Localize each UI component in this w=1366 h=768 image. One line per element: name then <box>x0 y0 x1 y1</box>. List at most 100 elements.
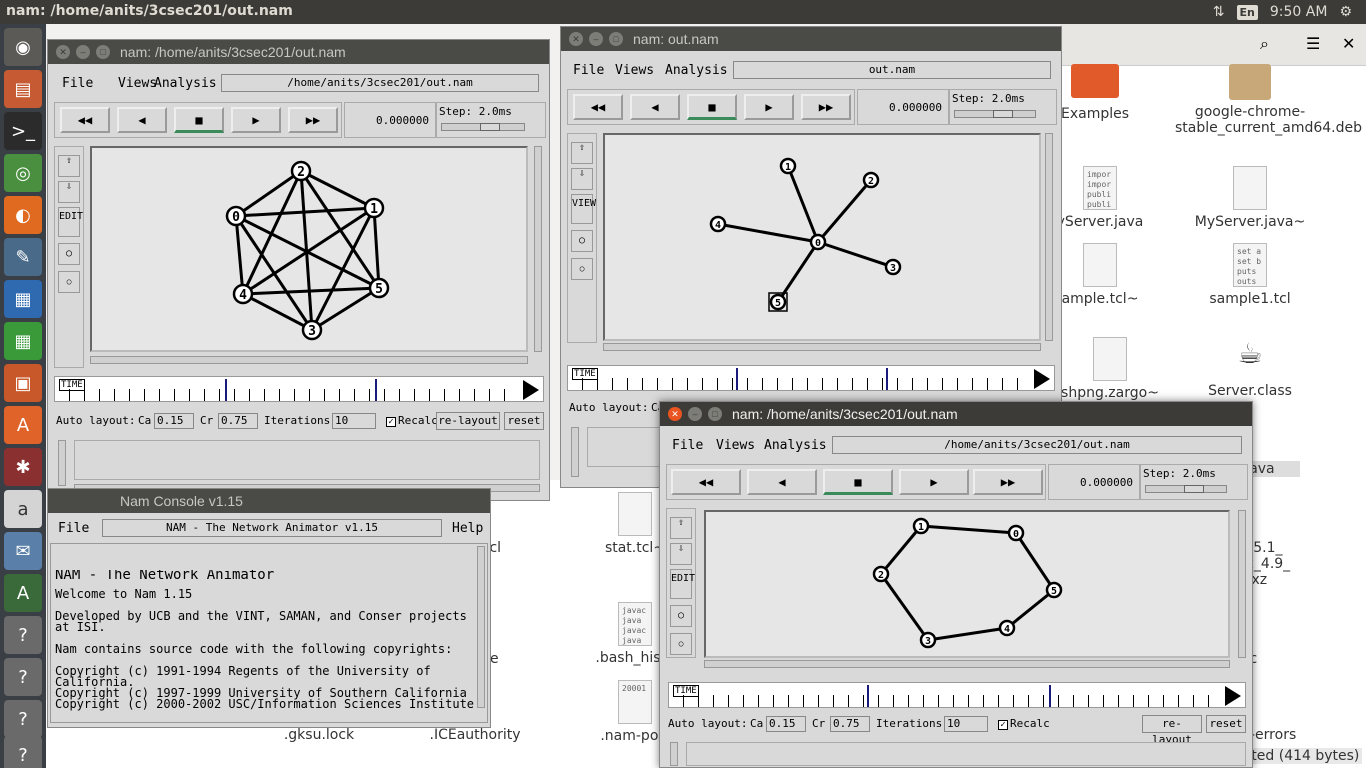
menu-icon[interactable]: ☰ <box>1306 34 1320 53</box>
fast-forward-button[interactable]: ▶▶ <box>288 107 338 133</box>
network-canvas[interactable]: 0 1 2 3 4 5 <box>704 510 1230 658</box>
zoom-out-icon[interactable]: ⇩ <box>670 543 692 565</box>
maximize-button[interactable]: □ <box>609 32 623 46</box>
zoom-in-icon[interactable]: ⇧ <box>670 517 692 539</box>
file-e[interactable]: e <box>490 651 510 667</box>
menu-file[interactable]: File <box>58 521 89 536</box>
calc-icon[interactable]: ▦ <box>4 322 42 360</box>
search-icon[interactable]: ⌕ <box>1260 34 1269 54</box>
minimize-button[interactable]: – <box>688 407 702 421</box>
fast-forward-button[interactable]: ▶▶ <box>973 469 1043 495</box>
menu-analysis[interactable]: Analysis <box>764 438 827 453</box>
file-myserver-java-backup[interactable]: MyServer.java~ <box>1175 166 1325 230</box>
view-button[interactable]: VIEW <box>571 194 596 224</box>
step-slider[interactable] <box>1145 485 1227 493</box>
recalc-checkbox[interactable]: ✓ <box>998 720 1008 730</box>
ca-input[interactable]: 0.15 <box>766 716 806 732</box>
network-canvas[interactable]: 0 1 2 3 4 5 <box>90 146 528 352</box>
recalc-checkbox[interactable]: ✓ <box>386 417 396 427</box>
edit-button[interactable]: EDIT <box>670 569 695 599</box>
menu-views[interactable]: Views <box>118 76 157 91</box>
rewind-button[interactable]: ◀◀ <box>60 107 110 133</box>
zoom-in-icon[interactable]: ⇧ <box>571 142 593 164</box>
reset-button[interactable]: reset <box>504 412 544 430</box>
keyboard-layout-indicator[interactable]: En <box>1236 4 1258 20</box>
reset-button[interactable]: reset <box>1206 715 1246 733</box>
rewind-button[interactable]: ◀◀ <box>671 469 741 495</box>
settings-icon[interactable]: ✱ <box>4 448 42 486</box>
back-button[interactable]: ◀ <box>630 94 680 120</box>
updater-icon[interactable]: A <box>4 574 42 612</box>
cr-input[interactable]: 0.75 <box>830 716 870 732</box>
relayout-button[interactable]: re-layout <box>1142 715 1202 746</box>
network-canvas[interactable]: 0 1 2 3 4 5 <box>603 133 1041 341</box>
text-editor-icon[interactable]: ✎ <box>4 238 42 276</box>
close-icon[interactable]: ✕ <box>1342 34 1355 53</box>
zoom-out-icon[interactable]: ⇩ <box>571 168 593 190</box>
pane-scrollbar[interactable] <box>58 440 66 486</box>
vertical-scrollbar[interactable] <box>534 146 542 352</box>
edit-button[interactable]: EDIT <box>58 207 83 237</box>
unknown-app-icon[interactable]: ? <box>4 616 42 654</box>
terminal-icon[interactable]: >_ <box>4 112 42 150</box>
firefox-icon[interactable]: ◐ <box>4 196 42 234</box>
rewind-button[interactable]: ◀◀ <box>573 94 623 120</box>
file-chrome-deb[interactable]: google-chrome-stable_current_amd64.deb <box>1175 64 1362 136</box>
file-gksu-lock[interactable]: .gksu.lock <box>244 727 394 743</box>
maximize-button[interactable]: □ <box>96 45 110 59</box>
iterations-input[interactable]: 10 <box>944 716 988 732</box>
menu-views[interactable]: Views <box>716 438 755 453</box>
file-sample1-tcl[interactable]: set a set b puts outs sample1.tcl <box>1175 243 1325 307</box>
unknown-app-icon[interactable]: ? <box>4 700 42 738</box>
stop-button[interactable]: ■ <box>823 469 893 495</box>
circle-large-icon[interactable]: ○ <box>670 605 692 627</box>
iterations-input[interactable]: 10 <box>332 413 376 429</box>
mail-icon[interactable]: ✉ <box>4 532 42 570</box>
step-slider[interactable] <box>441 123 525 131</box>
back-button[interactable]: ◀ <box>747 469 817 495</box>
impress-icon[interactable]: ▣ <box>4 364 42 402</box>
unknown-app-icon[interactable]: ? <box>4 658 42 696</box>
relayout-button[interactable]: re-layout <box>436 412 500 430</box>
menu-help[interactable]: Help <box>452 521 483 536</box>
play-button[interactable]: ▶ <box>744 94 794 120</box>
circle-small-icon[interactable]: ○ <box>58 271 80 293</box>
unknown-app-icon[interactable]: ? <box>4 736 42 768</box>
network-icon[interactable]: ⇅ <box>1213 4 1225 20</box>
software-center-icon[interactable]: A <box>4 406 42 444</box>
pane-scrollbar[interactable] <box>571 427 579 477</box>
timeline[interactable]: TIME <box>668 682 1246 708</box>
zoom-in-icon[interactable]: ⇧ <box>58 155 80 177</box>
close-button[interactable]: ✕ <box>56 45 70 59</box>
timeline[interactable]: TIME <box>567 365 1055 391</box>
menu-analysis[interactable]: Analysis <box>154 76 217 91</box>
chrome-icon[interactable]: ◎ <box>4 154 42 192</box>
vertical-scrollbar[interactable] <box>1045 133 1053 341</box>
file-server-class[interactable]: ☕ Server.class <box>1175 337 1325 399</box>
close-button[interactable]: ✕ <box>668 407 682 421</box>
files-icon[interactable]: ▤ <box>4 70 42 108</box>
play-button[interactable]: ▶ <box>231 107 281 133</box>
horizontal-scrollbar[interactable] <box>90 356 528 364</box>
menu-file[interactable]: File <box>62 76 93 91</box>
close-button[interactable]: ✕ <box>569 32 583 46</box>
zoom-out-icon[interactable]: ⇩ <box>58 181 80 203</box>
file-errors[interactable]: -errors <box>1250 727 1310 743</box>
horizontal-scrollbar[interactable] <box>704 660 1230 668</box>
step-slider[interactable] <box>954 110 1036 118</box>
file-iceauthority[interactable]: .ICEauthority <box>400 727 550 743</box>
circle-small-icon[interactable]: ○ <box>670 633 692 655</box>
stop-button[interactable]: ■ <box>687 94 737 120</box>
dash-icon[interactable]: ◉ <box>4 28 42 66</box>
menu-views[interactable]: Views <box>615 63 654 78</box>
cr-input[interactable]: 0.75 <box>218 413 258 429</box>
stop-button[interactable]: ■ <box>174 107 224 133</box>
minimize-button[interactable]: – <box>589 32 603 46</box>
circle-small-icon[interactable]: ○ <box>571 258 593 280</box>
ca-input[interactable]: 0.15 <box>154 413 194 429</box>
horizontal-scrollbar[interactable] <box>603 343 1041 351</box>
maximize-button[interactable]: □ <box>708 407 722 421</box>
menu-file[interactable]: File <box>672 438 703 453</box>
power-icon[interactable]: ⚙ <box>1339 4 1352 20</box>
vertical-scrollbar[interactable] <box>477 546 485 708</box>
